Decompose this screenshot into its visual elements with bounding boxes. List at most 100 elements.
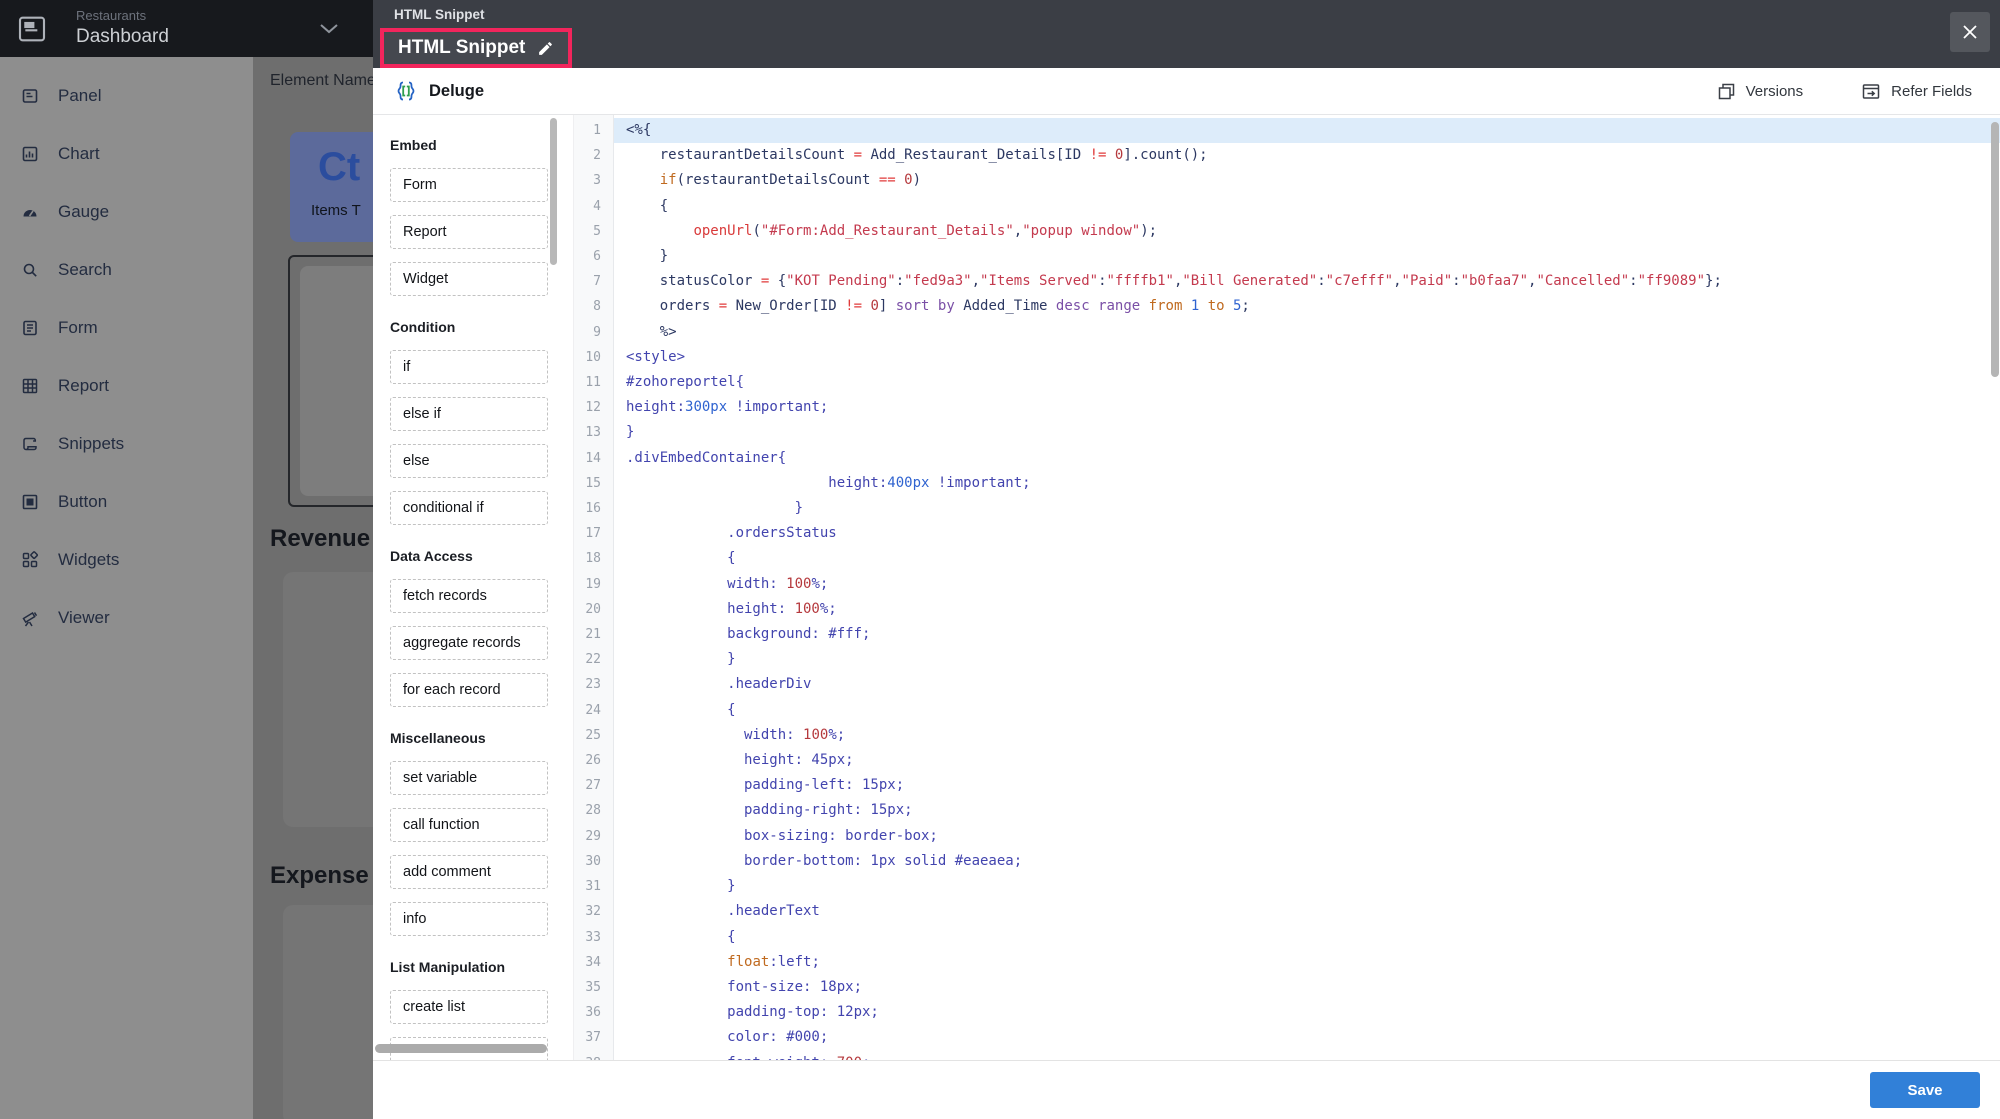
code-line-content: <%{ [614,118,2000,144]
palette-item-conditional-if[interactable]: conditional if [390,491,548,525]
save-button[interactable]: Save [1870,1072,1980,1108]
code-line: 2 restaurantDetailsCount = Add_Restauran… [573,143,2000,168]
line-number: 11 [585,375,601,391]
code-line: 16 } [573,496,2000,521]
sidebar-item-label: Search [58,260,112,279]
palette-item-if[interactable]: if [390,350,548,384]
palette-item-info[interactable]: info [390,902,548,936]
line-number: 2 [593,148,601,164]
line-number: 30 [585,853,601,869]
palette-item-Widget[interactable]: Widget [390,262,548,296]
palette-item-fetch-records[interactable]: fetch records [390,579,548,613]
code-line-content: font-size: 18px; [626,978,863,995]
code-line-content: } [626,424,635,441]
line-number: 37 [585,1030,601,1046]
line-number: 15 [585,475,601,491]
code-area[interactable]: 1 <%{2 restaurantDetailsCount = Add_Resta… [573,115,2000,1060]
code-line-content: width: 100%; [626,575,829,592]
palette-item-add-comment[interactable]: add comment [390,855,548,889]
sidebar-item-viewer[interactable]: Viewer [0,589,253,647]
palette-item-call-function[interactable]: call function [390,808,548,842]
chart-icon [22,146,38,162]
versions-icon [1718,83,1734,99]
versions-button[interactable]: Versions [1717,82,1804,101]
close-icon [1963,25,1977,39]
versions-label: Versions [1745,82,1804,100]
edit-pencil-icon[interactable] [537,40,554,57]
line-number: 7 [593,274,601,290]
close-button[interactable] [1950,12,1990,52]
code-line-content: box-sizing: border-box; [626,827,938,844]
modal-breadcrumb-title: HTML Snippet [394,7,485,22]
app-topnav: Restaurants Dashboard [0,0,373,57]
deluge-icon [397,81,415,101]
sidebar-item-button[interactable]: Button [0,473,253,531]
code-line: 27 padding-left: 15px; [573,773,2000,798]
palette-item-for-each-record[interactable]: for each record [390,673,548,707]
line-number: 9 [593,324,601,340]
palette-item-else[interactable]: else [390,444,548,478]
code-line: 8 orders = New_Order[ID != 0] sort by Ad… [573,294,2000,319]
code-line: 19 width: 100%; [573,572,2000,597]
modal-title: HTML Snippet [398,37,526,58]
line-number: 26 [585,753,601,769]
code-line-content: height:300px !important; [626,399,829,416]
palette-item-else-if[interactable]: else if [390,397,548,431]
sidebar-item-form[interactable]: Form [0,299,253,357]
sidebar-item-snippets[interactable]: Snippets [0,415,253,473]
line-number: 34 [585,954,601,970]
code-line: 28 padding-right: 15px; [573,798,2000,823]
code-line-content: border-bottom: 1px solid #eaeaea; [626,852,1023,869]
code-line: 24 { [573,698,2000,723]
code-line: 5 openUrl("#Form:Add_Restaurant_Details"… [573,219,2000,244]
code-line-content: padding-right: 15px; [626,802,913,819]
metric-card: Ct ( Items T [290,132,373,242]
snippets-icon [23,437,37,451]
code-line-content: height: 100%; [626,600,837,617]
code-editor[interactable]: 1 <%{2 restaurantDetailsCount = Add_Resta… [573,115,2000,1060]
palette-item-create-list[interactable]: create list [390,990,548,1024]
code-line: 29 box-sizing: border-box; [573,824,2000,849]
line-number: 23 [585,677,601,693]
code-line: 33 { [573,925,2000,950]
app-sidebar: Panel Chart Gauge Search Form Report Sni… [0,57,253,1119]
code-line-content: color: #000; [626,1029,829,1046]
sidebar-item-chart[interactable]: Chart [0,125,253,183]
sidebar-item-widgets[interactable]: Widgets [0,531,253,589]
palette-item-aggregate-records[interactable]: aggregate records [390,626,548,660]
line-number: 32 [585,904,601,920]
expense-card [283,905,373,1119]
sidebar-item-label: Viewer [58,608,110,627]
sidebar-item-report[interactable]: Report [0,357,253,415]
search-icon [23,263,37,277]
line-number: 3 [593,173,601,189]
code-line: 6 } [573,244,2000,269]
code-line-content: } [626,651,736,668]
refer-fields-button[interactable]: Refer Fields [1861,82,1972,101]
report-icon [22,378,38,394]
metric-card-value: Ct ( [318,145,373,189]
palette-item-Form[interactable]: Form [390,168,548,202]
palette-section-title: List Manipulation [390,959,506,975]
code-line-content: #zohoreportel{ [626,374,745,391]
code-line: 4 { [573,194,2000,219]
code-line: 21 background: #fff; [573,622,2000,647]
editor-vertical-scrollbar[interactable] [1991,122,1999,377]
chart-placeholder-inner [300,266,373,496]
palette-item-set-variable[interactable]: set variable [390,761,548,795]
panel-icon [22,89,38,103]
button-icon [22,494,38,510]
code-line-content: padding-left: 15px; [626,777,905,794]
palette-item-Report[interactable]: Report [390,215,548,249]
code-line-content: width: 100%; [626,726,846,743]
line-number: 16 [585,501,601,517]
chevron-down-icon[interactable] [318,22,340,36]
deluge-brand: Deluge [373,79,484,103]
palette-horizontal-scrollbar[interactable] [375,1044,547,1053]
sidebar-item-search[interactable]: Search [0,241,253,299]
sidebar-item-panel[interactable]: Panel [0,67,253,125]
revenue-card [283,572,373,827]
palette-vertical-scrollbar[interactable] [550,118,557,265]
sidebar-item-gauge[interactable]: Gauge [0,183,253,241]
app-name: Restaurants [76,8,147,23]
